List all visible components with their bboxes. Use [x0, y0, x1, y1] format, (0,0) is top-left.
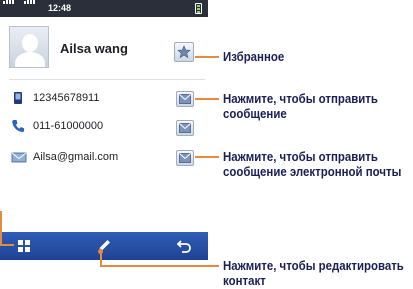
callout-edit-line-2: контакт: [223, 273, 266, 288]
grid-menu-icon[interactable]: [16, 238, 32, 254]
callout-edit-line-1: Нажмите, чтобы редактировать: [223, 258, 404, 273]
envelope-icon: [179, 153, 191, 163]
callout-line-email: [195, 156, 219, 158]
callout-favorite: Избранное: [223, 49, 285, 64]
envelope-icon: [179, 94, 191, 104]
divider: [9, 79, 205, 80]
envelope-icon: [179, 123, 191, 133]
status-bar: 12:48: [0, 0, 208, 17]
send-email-button[interactable]: [176, 150, 194, 166]
callout-send-message-line-2: сообщение: [223, 106, 287, 121]
callout-line-menu-h: [0, 244, 14, 246]
callout-send-email-line-1: Нажмите, чтобы отправить: [223, 149, 378, 164]
callout-line-message: [195, 98, 219, 100]
status-time: 12:48: [48, 3, 72, 13]
back-arrow-icon[interactable]: [176, 238, 192, 254]
email-address[interactable]: Ailsa@gmail.com: [33, 151, 118, 163]
email-icon: [11, 152, 27, 163]
mobile-phone-icon: [14, 92, 22, 104]
callout-line-edit-h: [100, 265, 219, 267]
callout-send-message-line-1: Нажмите, чтобы отправить: [223, 91, 378, 106]
phone-number[interactable]: 12345678911: [33, 92, 99, 104]
avatar[interactable]: [9, 26, 49, 68]
callout-line-edit-v: [100, 252, 102, 266]
battery-icon: [195, 3, 202, 14]
landline-number[interactable]: 011-61000000: [33, 120, 103, 132]
send-message-button[interactable]: [176, 91, 194, 107]
callout-dot-edit: [98, 249, 103, 254]
star-icon: [177, 45, 191, 59]
send-message-button-2[interactable]: [176, 120, 194, 136]
contact-name: Ailsa wang: [60, 41, 128, 56]
phone-screen: 12:48 Ailsa wang 12345678911 011-6100000…: [0, 0, 208, 265]
callout-line-favorite: [195, 56, 219, 58]
telephone-icon: [12, 120, 24, 132]
bottom-toolbar: [0, 232, 208, 260]
callout-line-menu: [0, 211, 2, 245]
favorite-button[interactable]: [174, 42, 194, 62]
callout-send-email-line-2: сообщение электронной почты: [223, 164, 402, 179]
